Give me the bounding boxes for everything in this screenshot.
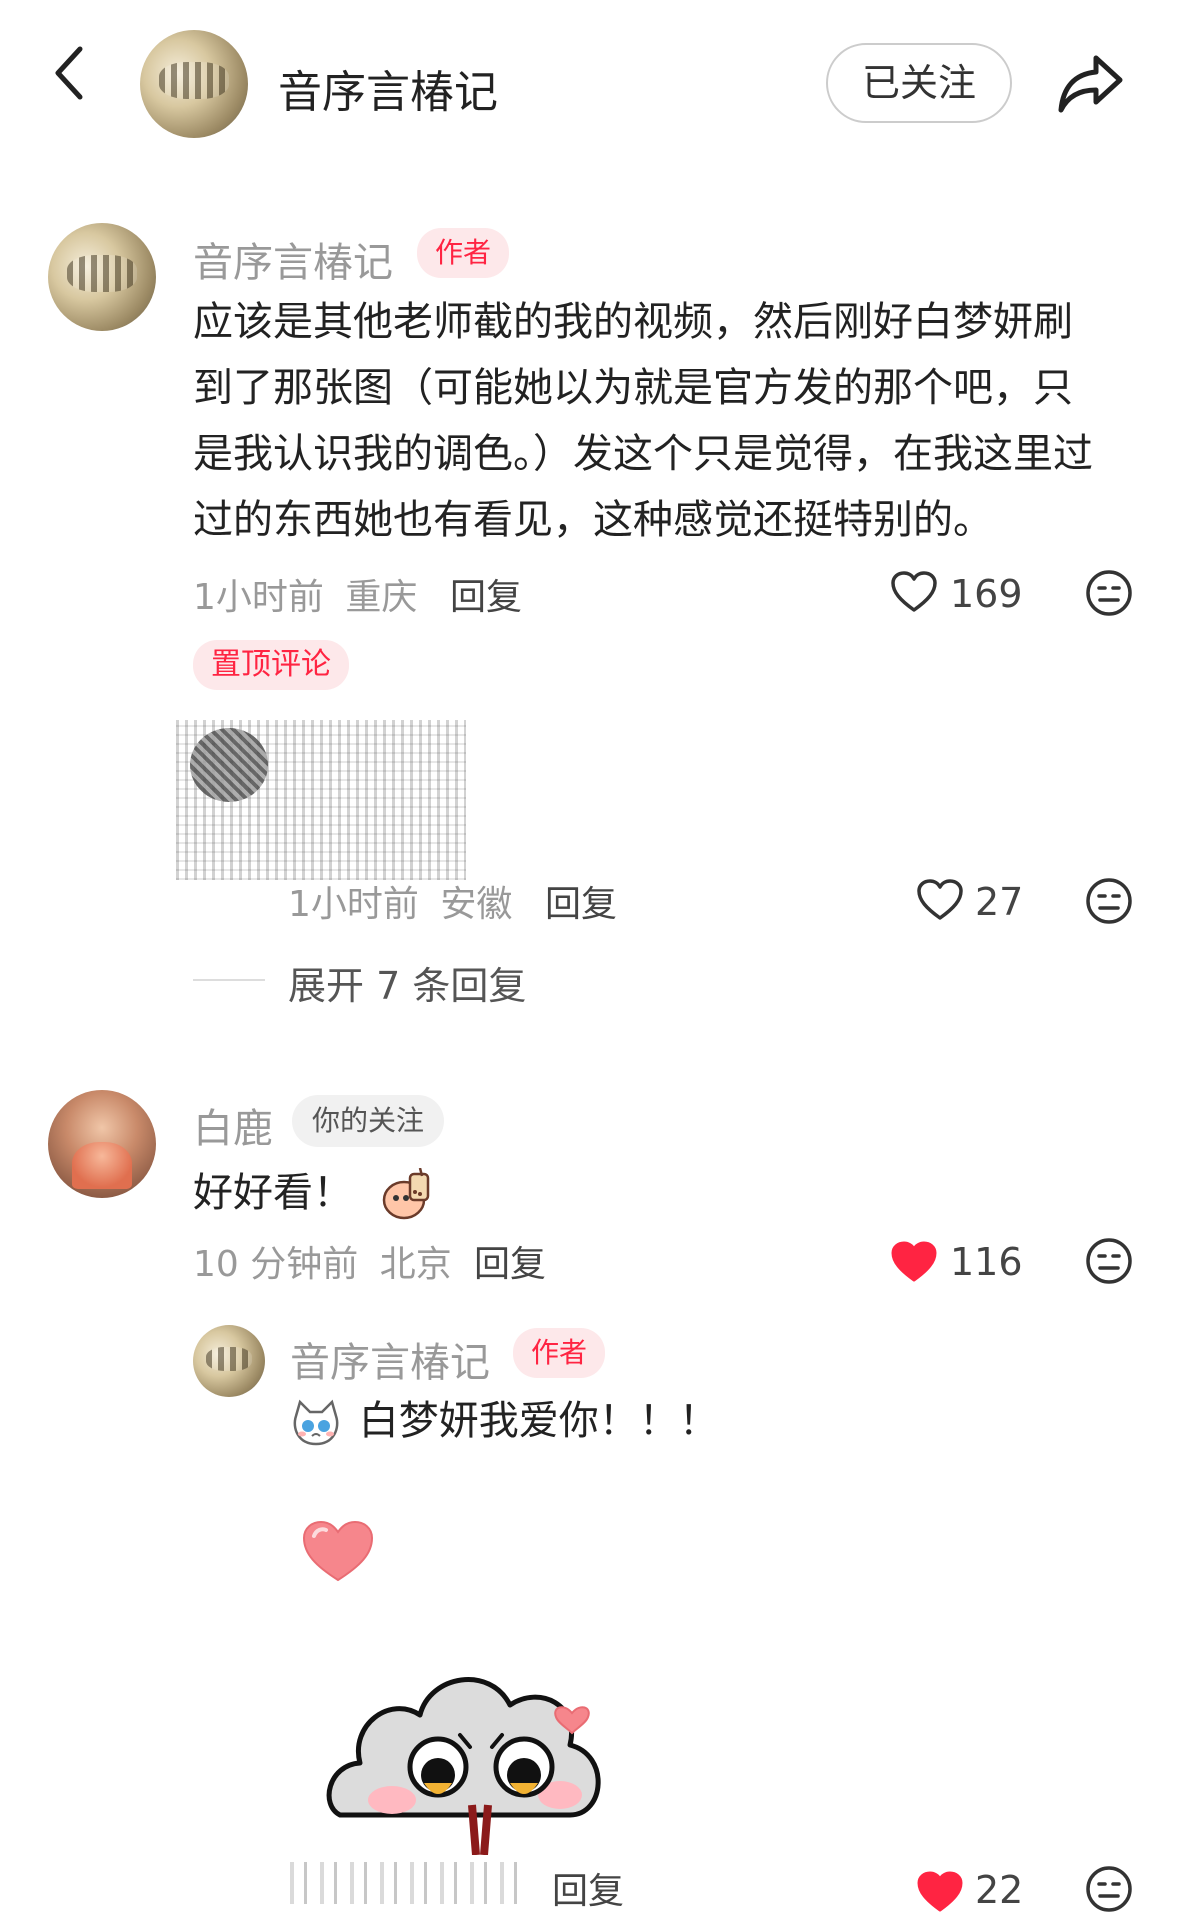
like-count: 169 xyxy=(950,572,1023,616)
comment-text-line: 到了那张图（可能她以为就是官方发的那个吧，只 xyxy=(193,365,1073,411)
header-title: 音序言椿记 xyxy=(278,67,498,118)
comment-text-line: 应该是其他老师截的我的视频，然后刚好白梦妍刷 xyxy=(193,299,1073,345)
follow-button[interactable]: 已关注 xyxy=(826,43,1012,123)
sub-reply-time: 1小时前 xyxy=(288,884,419,925)
pinned-comment-badge: 置顶评论 xyxy=(193,640,349,690)
comment-time: 1小时前 xyxy=(193,577,324,618)
reply-button[interactable]: 回复 xyxy=(552,1862,624,1914)
author-badge: 作者 xyxy=(417,228,510,278)
comment-text: 应该是其他老师截的我的视频，然后刚好白梦妍刷 到了那张图（可能她以为就是官方发的… xyxy=(193,289,1143,553)
emoji-reaction-icon[interactable] xyxy=(1084,568,1134,618)
reply-avatar[interactable] xyxy=(193,1325,265,1397)
comment-location: 重庆 xyxy=(345,577,418,618)
comment-avatar[interactable] xyxy=(48,1090,156,1198)
reply-author[interactable]: 音序言椿记 xyxy=(290,1330,490,1388)
like-count: 116 xyxy=(950,1240,1023,1284)
sub-reply-location: 安徽 xyxy=(440,884,513,925)
expand-divider xyxy=(193,979,265,981)
comment-author[interactable]: 音序言椿记 xyxy=(193,230,393,288)
comment-avatar[interactable] xyxy=(48,223,156,331)
like-count: 22 xyxy=(975,1868,1024,1912)
emoji-reaction-icon[interactable] xyxy=(1084,1236,1134,1286)
expand-replies-button[interactable]: 展开 7 条回复 xyxy=(288,955,526,1010)
heart-filled-icon[interactable] xyxy=(916,1870,964,1914)
heart-filled-icon[interactable] xyxy=(890,1240,938,1284)
comment-author[interactable]: 白鹿 xyxy=(193,1096,273,1154)
share-icon[interactable] xyxy=(1056,52,1126,116)
comment-text: 好好看！ xyxy=(193,1160,436,1226)
comment-meta: 1小时前 重庆 xyxy=(193,568,417,620)
reply-button[interactable]: 回复 xyxy=(450,568,522,620)
header-avatar[interactable] xyxy=(140,30,248,138)
reply-text: 白梦妍我爱你！！！ xyxy=(290,1388,719,1454)
milk-tea-sticker-icon xyxy=(382,1167,429,1220)
follow-button-label: 已关注 xyxy=(861,61,976,105)
comment-text-line: 是我认识我的调色。）发这个只是觉得，在我这里过 xyxy=(193,431,1093,477)
heart-icon[interactable] xyxy=(916,878,964,922)
reply-button[interactable]: 回复 xyxy=(474,1235,546,1287)
heart-icon[interactable] xyxy=(890,570,938,614)
following-badge: 你的关注 xyxy=(292,1095,445,1147)
comment-text-content: 好好看！ xyxy=(193,1170,353,1216)
sub-reply-like-count: 27 xyxy=(975,880,1024,924)
sub-reply-avatar xyxy=(190,728,268,802)
blurred-meta xyxy=(290,1862,530,1904)
sub-reply-button[interactable]: 回复 xyxy=(545,875,617,927)
comment-location: 北京 xyxy=(379,1244,452,1285)
author-badge: 作者 xyxy=(513,1328,606,1378)
comment-time: 10 分钟前 xyxy=(193,1244,359,1285)
emoji-reaction-icon[interactable] xyxy=(1084,1864,1134,1914)
crying-cloud-sticker-image[interactable] xyxy=(320,1655,660,1855)
sub-reply-image[interactable] xyxy=(176,720,466,880)
comment-text-line: 过的东西她也有看见，这种感觉还挺特别的。 xyxy=(193,497,993,543)
pink-heart-sticker-icon xyxy=(302,1520,374,1582)
comment-meta: 10 分钟前 北京 xyxy=(193,1235,452,1287)
back-arrow-icon[interactable] xyxy=(50,45,90,101)
crying-cat-sticker-icon xyxy=(293,1399,339,1446)
sub-reply-meta: 1小时前 安徽 xyxy=(288,875,512,927)
emoji-reaction-icon[interactable] xyxy=(1084,876,1134,926)
reply-text-content: 白梦妍我爱你！！！ xyxy=(358,1398,719,1444)
